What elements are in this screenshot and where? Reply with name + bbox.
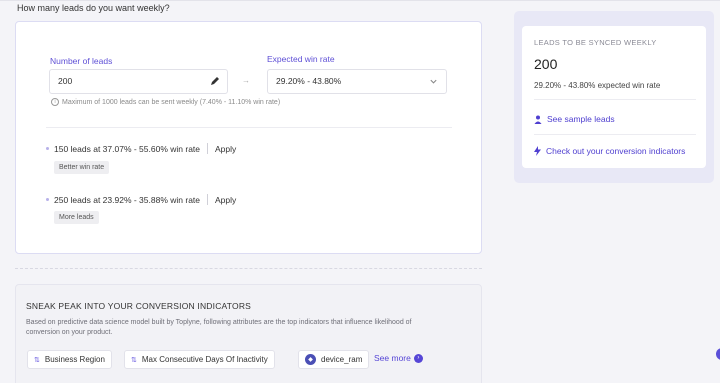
info-icon: i — [51, 98, 59, 106]
apply-button[interactable]: Apply — [215, 144, 236, 154]
sync-count: 200 — [534, 56, 558, 72]
suggestion-text: 250 leads at 23.92% - 35.88% win rate — [54, 194, 201, 205]
leads-input[interactable]: 200 — [49, 69, 228, 94]
chip-label: device_ram — [321, 355, 363, 364]
win-rate-select[interactable]: 29.20% - 43.80% — [267, 69, 447, 94]
indicator-chip[interactable]: ⇅ Max Consecutive Days Of Inactivity — [124, 350, 275, 369]
top-border — [0, 0, 720, 1]
chevron-down-icon — [430, 79, 437, 84]
separator — [207, 194, 209, 205]
divider — [46, 127, 452, 128]
suggestion-tag: Better win rate — [54, 161, 110, 174]
sync-rate: 29.20% - 43.80% expected win rate — [534, 81, 661, 90]
divider — [534, 134, 696, 135]
suggestion-row: 250 leads at 23.92% - 35.88% win rate Ap… — [46, 194, 236, 205]
chip-label: Max Consecutive Days Of Inactivity — [141, 355, 268, 364]
suggestion-tag: More leads — [54, 211, 99, 224]
max-leads-hint: i Maximum of 1000 leads can be sent week… — [51, 98, 280, 106]
divider — [534, 99, 696, 100]
see-more-link[interactable]: See more › — [374, 353, 423, 363]
sort-icon: ⇅ — [34, 356, 40, 364]
leads-input-value: 200 — [58, 76, 73, 86]
sync-summary-card: LEADS TO BE SYNCED WEEKLY 200 29.20% - 4… — [522, 26, 706, 168]
chat-launcher-icon[interactable] — [716, 348, 720, 360]
win-rate-value: 29.20% - 43.80% — [276, 76, 342, 86]
chevron-right-icon: › — [413, 353, 423, 363]
chip-label: Business Region — [44, 355, 105, 364]
conversion-indicators-card: SNEAK PEAK INTO YOUR CONVERSION INDICATO… — [15, 284, 482, 383]
person-icon — [534, 115, 542, 124]
indicator-chip[interactable]: ⇅ Business Region — [27, 350, 112, 369]
lightning-icon — [534, 146, 541, 156]
sync-heading: LEADS TO BE SYNCED WEEKLY — [534, 38, 657, 47]
pencil-icon[interactable] — [210, 76, 220, 86]
conversion-indicators-label: Check out your conversion indicators — [546, 146, 686, 156]
apply-button[interactable]: Apply — [215, 195, 236, 205]
sneak-description: Based on predictive data science model b… — [26, 319, 412, 336]
sort-icon: ⇅ — [131, 356, 137, 364]
separator — [207, 143, 209, 154]
arrow-icon: → — [242, 76, 250, 85]
hint-text: Maximum of 1000 leads can be sent weekly… — [62, 98, 281, 106]
section-divider — [15, 268, 482, 269]
indicator-chip[interactable]: ◆ device_ram — [298, 350, 370, 369]
suggestion-text: 150 leads at 37.07% - 55.60% win rate — [54, 143, 201, 154]
see-sample-leads-link[interactable]: See sample leads — [534, 114, 615, 124]
conversion-indicators-link[interactable]: Check out your conversion indicators — [534, 146, 685, 156]
suggestion-row: 150 leads at 37.07% - 55.60% win rate Ap… — [46, 143, 236, 154]
leads-label: Number of leads — [50, 56, 113, 66]
bullet-icon — [46, 147, 49, 150]
bullet-icon — [46, 198, 49, 201]
device-icon: ◆ — [305, 354, 316, 365]
see-more-label: See more — [374, 353, 411, 363]
see-sample-leads-label: See sample leads — [547, 114, 615, 124]
page-question: How many leads do you want weekly? — [17, 3, 170, 13]
win-rate-label: Expected win rate — [267, 54, 335, 64]
sneak-title: SNEAK PEAK INTO YOUR CONVERSION INDICATO… — [26, 301, 252, 311]
lead-config-card: Number of leads Expected win rate 200 → … — [15, 21, 482, 254]
